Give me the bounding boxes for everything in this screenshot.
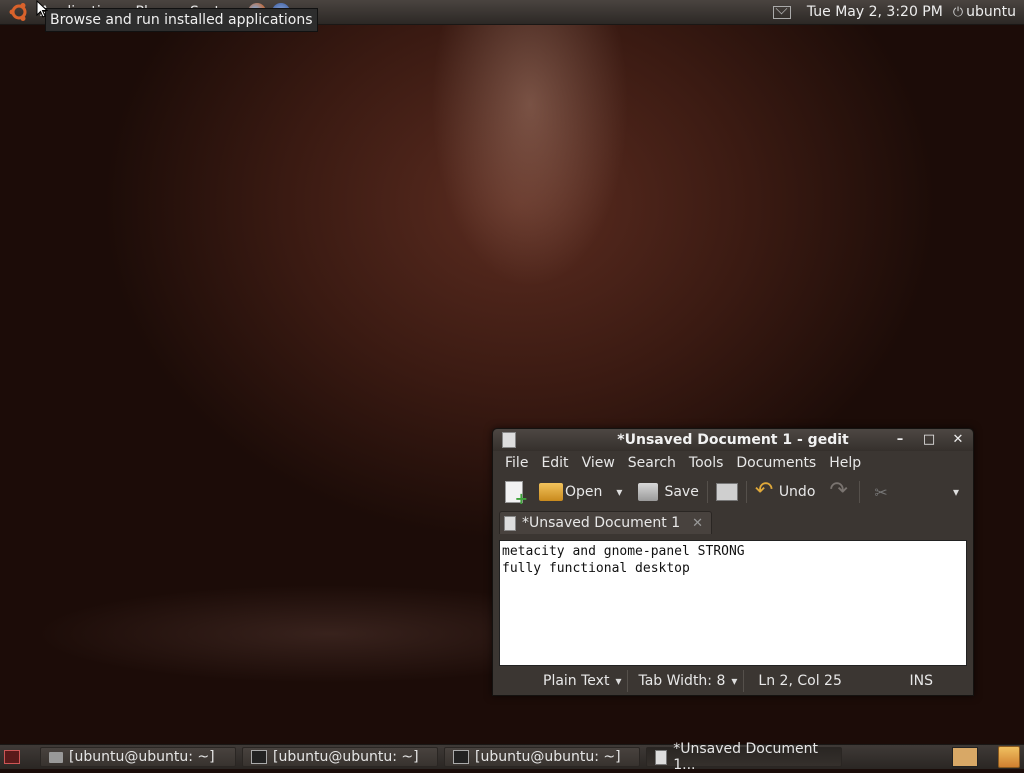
editor-line: fully functional desktop — [502, 561, 690, 576]
user-switcher[interactable]: ⏻ ubuntu — [953, 4, 1016, 20]
save-label: Save — [664, 484, 699, 500]
open-recent-dropdown[interactable]: ▾ — [616, 485, 622, 499]
task-label: [ubuntu@ubuntu: ~] — [69, 749, 215, 765]
toolbar: Open ▾ Save ↶ Undo ↷ ✂ ▾ — [493, 474, 973, 510]
editor-line: metacity and gnome-panel STRONG — [502, 544, 745, 559]
chevron-down-icon: ▾ — [731, 674, 738, 688]
document-tabbar: *Unsaved Document 1 ✕ — [493, 510, 973, 534]
open-label: Open — [565, 484, 603, 500]
taskbar-item[interactable]: [ubuntu@ubuntu: ~] — [242, 747, 438, 767]
undo-button[interactable]: ↶ Undo — [754, 478, 816, 503]
toolbar-separator — [745, 481, 747, 503]
folder-icon — [49, 751, 63, 763]
window-titlebar[interactable]: *Unsaved Document 1 - gedit – □ ✕ — [493, 429, 973, 451]
menu-help[interactable]: Help — [829, 455, 861, 471]
save-icon — [638, 483, 659, 501]
power-icon: ⏻ — [952, 4, 964, 20]
minimize-button[interactable]: – — [893, 433, 907, 447]
username: ubuntu — [966, 4, 1016, 20]
task-label: *Unsaved Document 1... — [673, 741, 819, 773]
applications-tooltip: Browse and run installed applications — [45, 8, 318, 32]
trash-icon[interactable] — [998, 746, 1020, 768]
task-label: [ubuntu@ubuntu: ~] — [273, 749, 419, 765]
redo-button[interactable]: ↷ — [829, 478, 851, 503]
document-icon — [504, 515, 516, 531]
terminal-icon — [251, 750, 267, 764]
tab-label: *Unsaved Document 1 — [522, 515, 681, 531]
redo-arrow-icon: ↷ — [829, 478, 848, 503]
new-button[interactable] — [505, 481, 528, 508]
open-button[interactable]: Open — [539, 483, 602, 501]
task-label: [ubuntu@ubuntu: ~] — [475, 749, 621, 765]
bottom-panel: [ubuntu@ubuntu: ~] [ubuntu@ubuntu: ~] [u… — [0, 741, 1024, 773]
insert-mode: INS — [909, 673, 934, 689]
tab-width-selector[interactable]: Tab Width: 8 ▾ — [632, 670, 745, 692]
mouse-cursor-icon — [36, 0, 48, 18]
text-editor-area[interactable]: metacity and gnome-panel STRONG fully fu… — [499, 540, 967, 666]
cursor-position: Ln 2, Col 25 — [758, 673, 842, 689]
language-label: Plain Text — [543, 673, 610, 689]
save-button[interactable]: Save — [638, 483, 699, 501]
statusbar: Plain Text ▾ Tab Width: 8 ▾ Ln 2, Col 25… — [493, 669, 973, 693]
show-desktop-button[interactable] — [4, 750, 20, 764]
maximize-button[interactable]: □ — [922, 433, 936, 447]
toolbar-separator — [706, 481, 708, 503]
print-icon — [715, 483, 738, 501]
terminal-icon — [453, 750, 469, 764]
gedit-window: *Unsaved Document 1 - gedit – □ ✕ File E… — [492, 428, 974, 696]
menu-tools[interactable]: Tools — [689, 455, 724, 471]
undo-label: Undo — [778, 484, 816, 500]
cut-icon[interactable]: ✂ — [874, 483, 887, 502]
tab-unsaved-document-1[interactable]: *Unsaved Document 1 ✕ — [499, 511, 713, 534]
print-button[interactable] — [715, 483, 738, 501]
toolbar-overflow-icon[interactable]: ▾ — [953, 485, 959, 499]
tab-width-label: Tab Width: 8 — [638, 673, 726, 689]
clock[interactable]: Tue May 2, 3:20 PM — [807, 4, 943, 20]
folder-open-icon — [539, 483, 563, 501]
toolbar-separator — [859, 481, 861, 503]
menu-file[interactable]: File — [505, 455, 528, 471]
taskbar-item[interactable]: [ubuntu@ubuntu: ~] — [40, 747, 236, 767]
menubar: File Edit View Search Tools Documents He… — [493, 452, 973, 474]
mail-icon[interactable] — [772, 5, 791, 19]
tab-close-icon[interactable]: ✕ — [692, 516, 703, 531]
menu-search[interactable]: Search — [628, 455, 676, 471]
window-menu-icon[interactable] — [502, 432, 516, 448]
close-button[interactable]: ✕ — [951, 433, 965, 447]
undo-arrow-icon: ↶ — [754, 478, 774, 503]
workspace-switcher[interactable] — [952, 747, 978, 767]
taskbar-item-active[interactable]: *Unsaved Document 1... — [646, 741, 842, 773]
menu-documents[interactable]: Documents — [736, 455, 816, 471]
taskbar-item[interactable]: [ubuntu@ubuntu: ~] — [444, 747, 640, 767]
language-selector[interactable]: Plain Text ▾ — [537, 670, 629, 692]
ubuntu-logo-icon[interactable] — [8, 1, 30, 23]
menu-edit[interactable]: Edit — [541, 455, 568, 471]
menu-view[interactable]: View — [582, 455, 615, 471]
chevron-down-icon: ▾ — [615, 674, 622, 688]
text-editor-icon — [655, 749, 668, 765]
new-document-icon — [505, 481, 528, 508]
